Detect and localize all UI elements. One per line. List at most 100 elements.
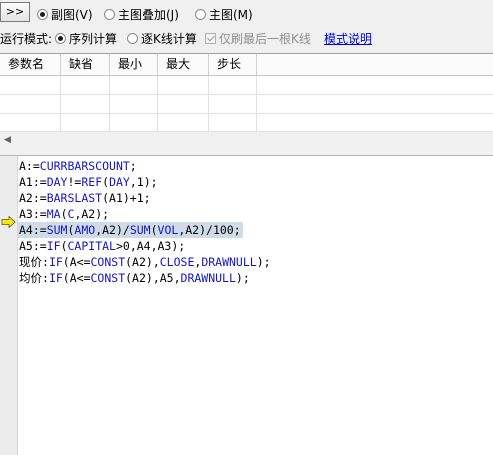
table-cell[interactable] bbox=[0, 114, 61, 132]
table-cell[interactable] bbox=[61, 76, 110, 94]
code-line[interactable]: A4:=SUM(AMO,A2)/SUM(VOL,A2)/100; bbox=[18, 222, 243, 238]
code-keyword: AMO bbox=[74, 223, 96, 237]
code-line[interactable]: A3:=MA(C,A2); bbox=[18, 206, 488, 222]
radio-label-sub-chart: 副图(V) bbox=[51, 7, 93, 22]
radio-button[interactable] bbox=[37, 8, 48, 20]
table-cell[interactable] bbox=[158, 76, 209, 94]
code-keyword: CONST bbox=[90, 255, 126, 269]
code-line[interactable]: 均价:IF(A<=CONST(A2),A5,DRAWNULL); bbox=[18, 270, 488, 286]
code-text: ,1); bbox=[129, 175, 158, 189]
scroll-left-icon[interactable]: ◀ bbox=[4, 135, 11, 145]
code-keyword: BARSLAST bbox=[46, 191, 103, 205]
radio-button[interactable] bbox=[195, 8, 206, 20]
run-mode-row: 运行模式: 序列计算 逐K线计算 仅刷最后一根K线 模式说明 bbox=[0, 26, 493, 48]
code-text: (A1)+1; bbox=[102, 191, 151, 205]
column-header-min[interactable]: 最小 bbox=[110, 54, 158, 75]
parameter-table-body bbox=[0, 76, 493, 132]
parameter-table-header: 参数名 缺省 最小 最大 步长 bbox=[0, 54, 493, 76]
code-lines: A:=CURRBARSCOUNT; A1:=DAY!=REF(DAY,1); A2:… bbox=[18, 158, 488, 286]
code-text: A4:= bbox=[19, 223, 47, 237]
code-text: A3:= bbox=[19, 207, 47, 221]
code-keyword: VOL bbox=[157, 223, 179, 237]
table-cell[interactable] bbox=[209, 114, 257, 132]
code-line[interactable]: A:=CURRBARSCOUNT; bbox=[18, 158, 488, 174]
code-keyword: DRAWNULL bbox=[180, 271, 236, 285]
radio-button[interactable] bbox=[127, 32, 138, 44]
refresh-last-bar-label: 仅刷最后一根K线 bbox=[219, 31, 311, 46]
radio-label-series-calc: 序列计算 bbox=[69, 31, 118, 46]
table-cell[interactable] bbox=[110, 95, 158, 113]
code-line[interactable]: A1:=DAY!=REF(DAY,1); bbox=[18, 174, 488, 190]
code-keyword: SUM bbox=[129, 223, 151, 237]
table-cell[interactable] bbox=[110, 76, 158, 94]
column-header-max[interactable]: 最大 bbox=[158, 54, 209, 75]
code-text: ( bbox=[150, 223, 158, 237]
radio-button[interactable] bbox=[104, 8, 115, 20]
code-text: (A<= bbox=[62, 271, 91, 285]
code-text: ); bbox=[256, 255, 271, 269]
code-text: A5:= bbox=[19, 239, 47, 253]
table-cell[interactable] bbox=[158, 114, 209, 132]
code-keyword: CAPITAL bbox=[67, 239, 116, 253]
code-keyword: DAY bbox=[46, 175, 68, 189]
radio-main-chart[interactable]: 主图(M) bbox=[195, 6, 253, 22]
table-cell[interactable] bbox=[0, 95, 61, 113]
table-cell[interactable] bbox=[209, 95, 257, 113]
code-text: (A2), bbox=[125, 255, 160, 269]
table-cell[interactable] bbox=[110, 114, 158, 132]
table-row[interactable] bbox=[0, 76, 493, 95]
editor-gutter bbox=[0, 156, 18, 455]
table-cell[interactable] bbox=[61, 95, 110, 113]
table-cell[interactable] bbox=[0, 76, 61, 94]
checkbox[interactable] bbox=[205, 32, 216, 44]
radio-main-overlay[interactable]: 主图叠加(J) bbox=[104, 6, 179, 22]
code-editor[interactable]: A:=CURRBARSCOUNT; A1:=DAY!=REF(DAY,1); A2:… bbox=[0, 156, 493, 455]
code-keyword: MA bbox=[46, 207, 61, 221]
code-text: >0,A4,A3); bbox=[115, 239, 186, 253]
code-text: A:= bbox=[19, 159, 40, 173]
code-keyword: DAY bbox=[109, 175, 130, 189]
radio-label-bar-by-bar-calc: 逐K线计算 bbox=[141, 31, 197, 46]
code-text: ; bbox=[129, 159, 137, 173]
radio-label-main-overlay: 主图叠加(J) bbox=[118, 7, 179, 22]
horizontal-scrollbar[interactable]: ◀ bbox=[0, 131, 493, 149]
column-header-default[interactable]: 缺省 bbox=[61, 54, 110, 75]
code-keyword: IF bbox=[46, 239, 61, 253]
code-text: (A2),A5, bbox=[125, 271, 181, 285]
code-line[interactable]: A2:=BARSLAST(A1)+1; bbox=[18, 190, 488, 206]
mode-help-link[interactable]: 模式说明 bbox=[324, 30, 372, 47]
code-keyword: CLOSE bbox=[159, 255, 195, 269]
code-line[interactable]: A5:=IF(CAPITAL>0,A4,A3); bbox=[18, 238, 488, 254]
code-keyword: SUM bbox=[46, 223, 68, 237]
column-header-step[interactable]: 步长 bbox=[209, 54, 257, 75]
radio-bar-by-bar-calc[interactable]: 逐K线计算 bbox=[127, 30, 197, 46]
radio-sub-chart[interactable]: 副图(V) bbox=[37, 6, 93, 22]
radio-button[interactable] bbox=[55, 32, 66, 44]
formula-editor-window: >> 副图(V) 主图叠加(J) 主图(M) 运行模式: 序列计算 逐K线计算 … bbox=[0, 0, 493, 455]
code-text: ,A2)/100; bbox=[178, 223, 241, 237]
code-text: 现价: bbox=[19, 255, 49, 269]
code-text: ); bbox=[235, 271, 250, 285]
code-text: ( bbox=[60, 239, 68, 253]
table-row[interactable] bbox=[0, 95, 493, 114]
expand-button[interactable]: >> bbox=[0, 2, 30, 22]
current-line-arrow-icon bbox=[1, 216, 16, 228]
table-cell[interactable] bbox=[61, 114, 110, 132]
column-header-param-name[interactable]: 参数名 bbox=[0, 54, 61, 75]
code-text: ( bbox=[60, 207, 68, 221]
table-row[interactable] bbox=[0, 114, 493, 132]
table-cell[interactable] bbox=[209, 76, 257, 94]
refresh-last-bar-checkbox[interactable]: 仅刷最后一根K线 bbox=[205, 30, 311, 46]
radio-series-calc[interactable]: 序列计算 bbox=[55, 30, 117, 46]
code-text: (A<= bbox=[62, 255, 91, 269]
chart-type-toolbar: >> 副图(V) 主图叠加(J) 主图(M) bbox=[0, 0, 493, 26]
code-text: A1:= bbox=[19, 175, 47, 189]
code-text: ,A2)/ bbox=[95, 223, 130, 237]
table-cell[interactable] bbox=[158, 95, 209, 113]
pane-splitter[interactable] bbox=[0, 148, 493, 156]
code-line[interactable]: 现价:IF(A<=CONST(A2),CLOSE,DRAWNULL); bbox=[18, 254, 488, 270]
parameter-table: 参数名 缺省 最小 最大 步长 bbox=[0, 53, 493, 132]
code-keyword: IF bbox=[48, 255, 63, 269]
code-text: 均价: bbox=[19, 271, 49, 285]
code-text: != bbox=[67, 175, 82, 189]
